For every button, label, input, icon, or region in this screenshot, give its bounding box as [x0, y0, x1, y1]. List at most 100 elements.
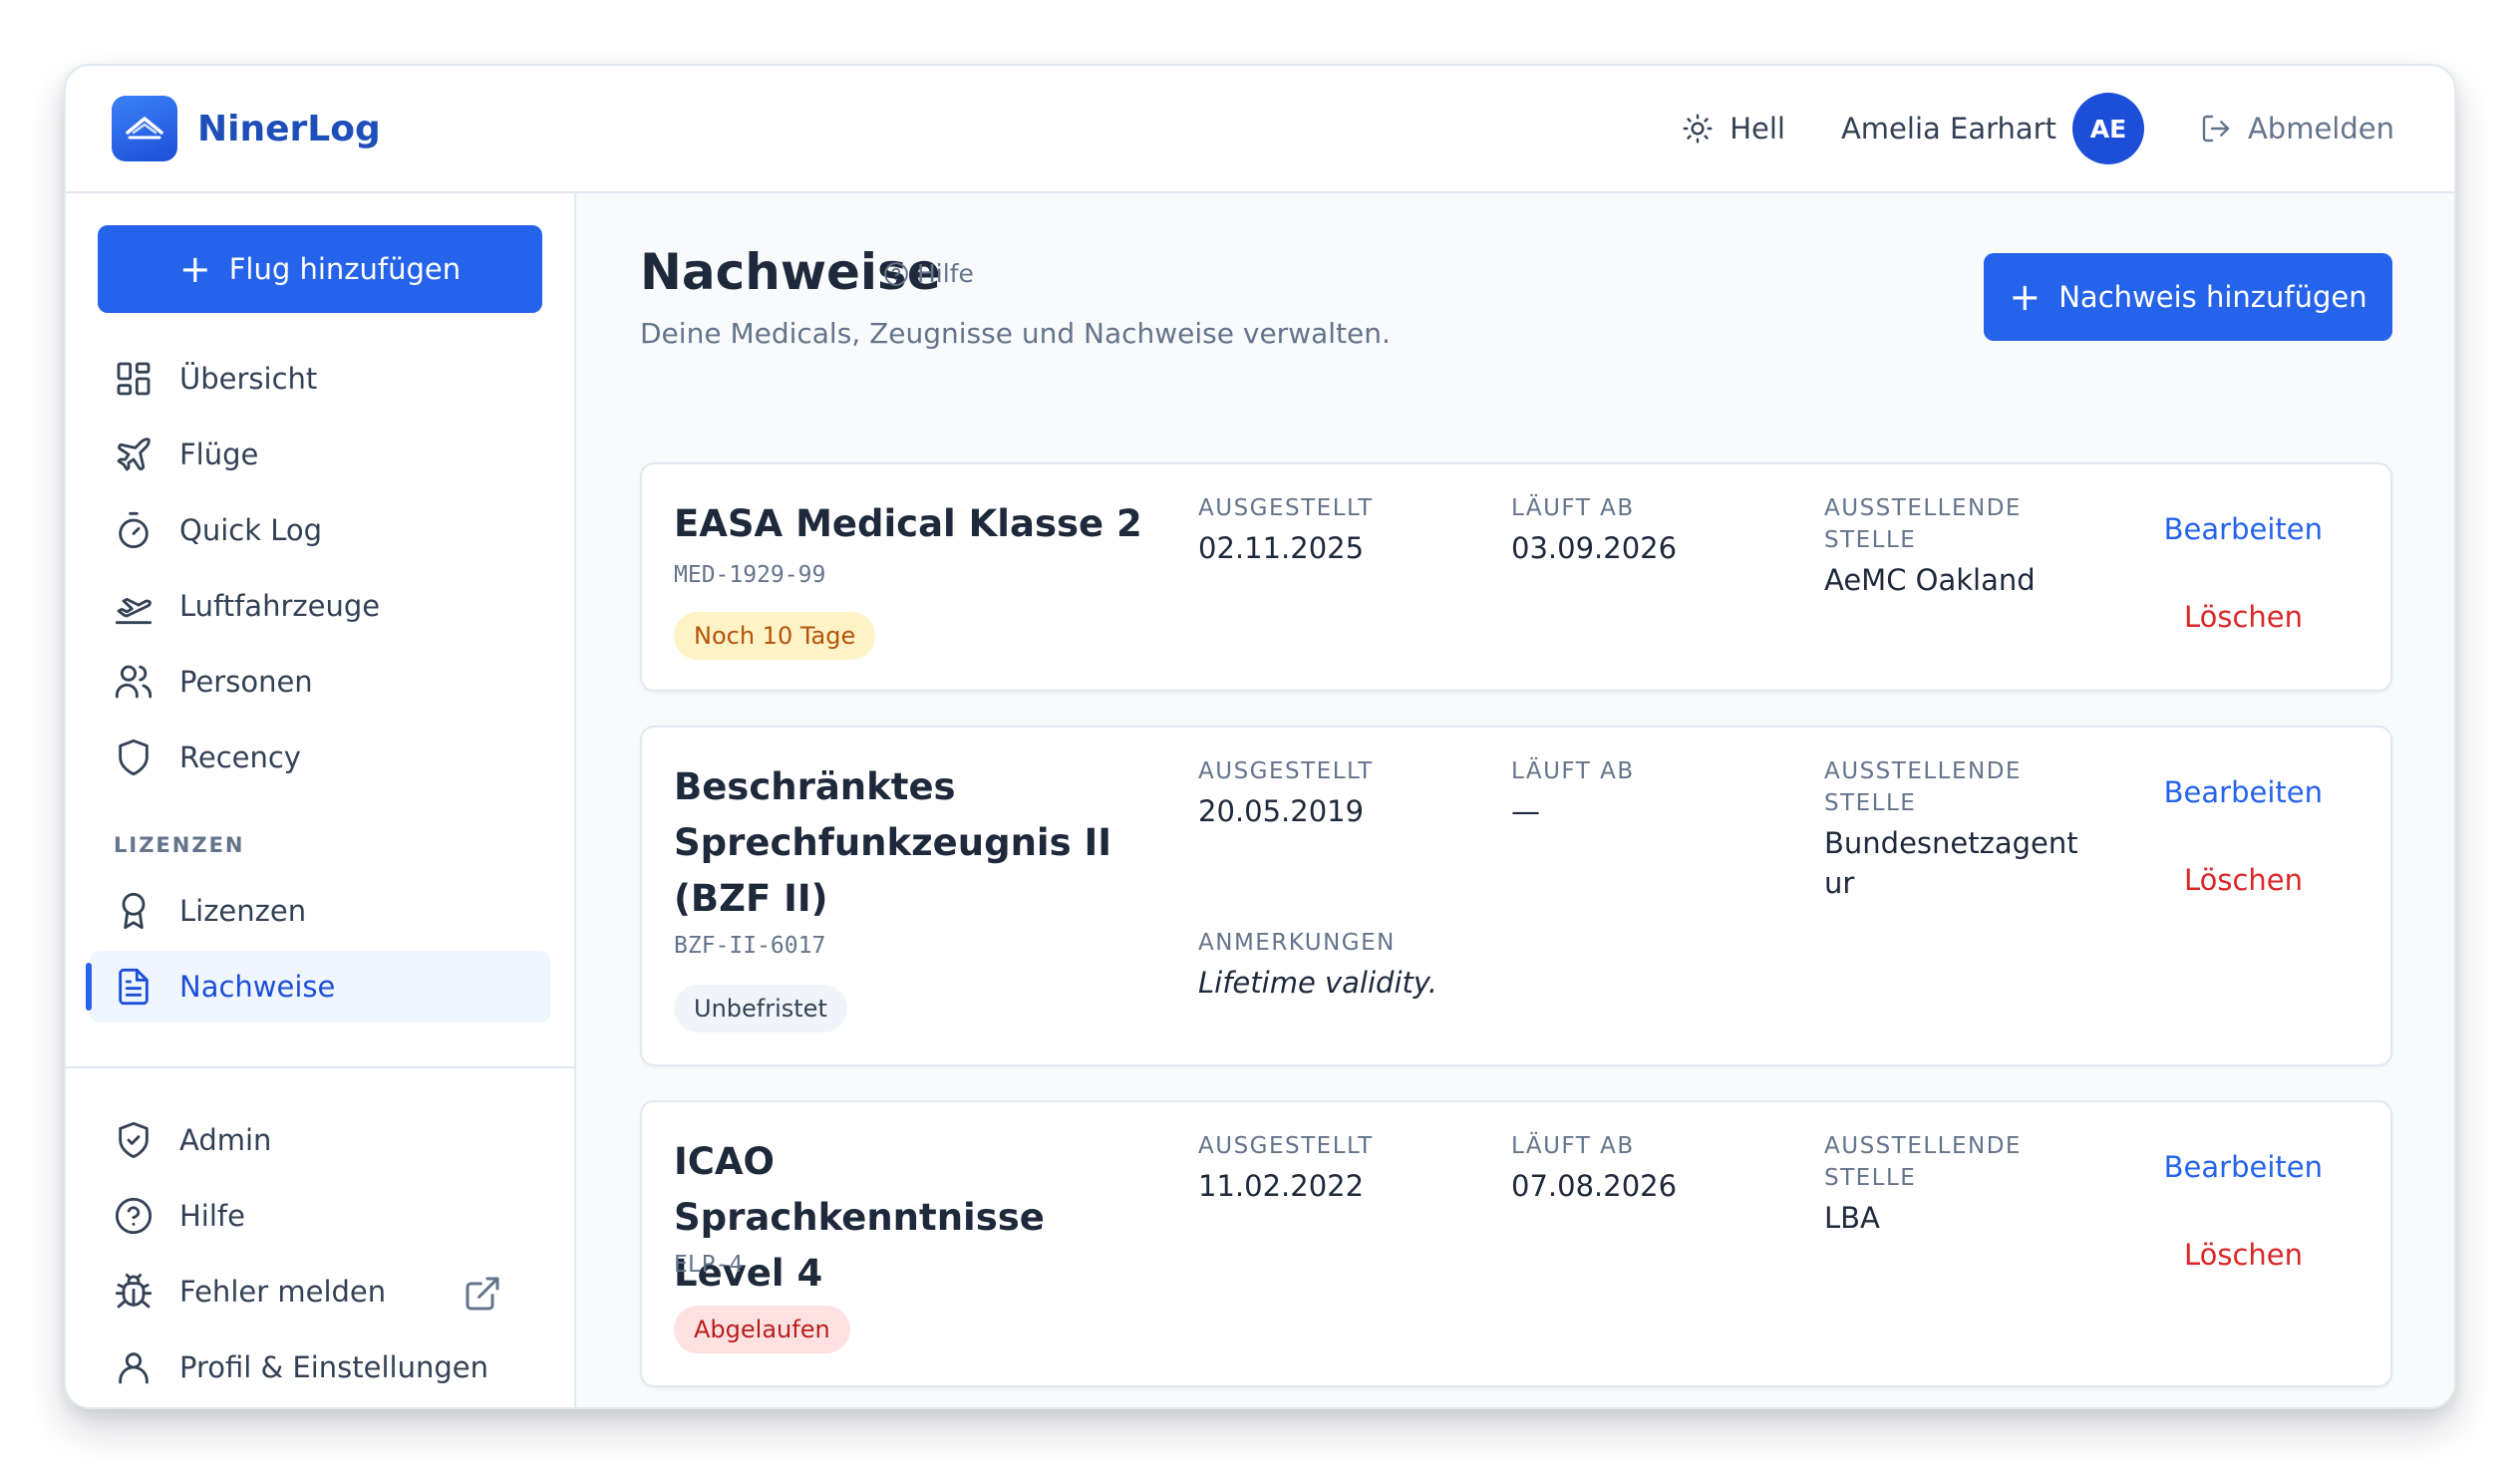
app-logo[interactable]: NinerLog	[112, 96, 381, 161]
add-certificate-button[interactable]: + Nachweis hinzufügen	[1984, 253, 2392, 341]
plus-icon: +	[2009, 275, 2042, 319]
authority-value: Bundesnetzagentur	[1824, 826, 2078, 900]
app-window: NinerLog Hell Amelia Earhart AE Abmelden	[64, 64, 2456, 1409]
sidebar-item-profile[interactable]: Profil & Einstellungen	[90, 1331, 550, 1403]
delete-button[interactable]: Löschen	[2184, 1238, 2303, 1272]
add-flight-button[interactable]: + Flug hinzufügen	[98, 225, 542, 313]
authority-label: AUSSTELLENDE STELLE	[1824, 755, 2022, 819]
sidebar-item-label: Nachweise	[179, 970, 336, 1004]
delete-button[interactable]: Löschen	[2184, 863, 2303, 897]
delete-button[interactable]: Löschen	[2184, 600, 2303, 634]
certificate-code: MED-1929-99	[674, 562, 826, 588]
users-icon	[115, 665, 153, 699]
status-badge: Abgelaufen	[674, 1306, 850, 1353]
certificate-title: Beschränktes Sprechfunkzeugnis II (BZF I…	[674, 765, 1112, 920]
sidebar-item-label: Admin	[179, 1123, 272, 1157]
sidebar-item-quick-log[interactable]: Quick Log	[90, 494, 550, 566]
sidebar-divider	[66, 1066, 574, 1068]
sidebar-item-report-bug[interactable]: Fehler melden	[90, 1256, 550, 1327]
sidebar-item-label: Luftfahrzeuge	[179, 589, 381, 623]
award-icon	[122, 892, 146, 930]
logout-button[interactable]: Abmelden	[2200, 112, 2394, 146]
sidebar-item-flights[interactable]: Flüge	[90, 419, 550, 490]
logout-label: Abmelden	[2247, 112, 2394, 146]
certificate-code: BZF-II-6017	[674, 933, 826, 959]
certificate-card: Beschränktes Sprechfunkzeugnis II (BZF I…	[640, 726, 2392, 1066]
authority-label-line: STELLE	[1824, 1165, 1917, 1191]
sidebar-item-label: Flüge	[179, 438, 259, 471]
sidebar-item-label: Lizenzen	[179, 894, 307, 928]
add-certificate-label: Nachweis hinzufügen	[2058, 280, 2367, 314]
theme-label: Hell	[1730, 112, 1785, 146]
external-link-icon	[466, 1277, 499, 1311]
certificate-code: ELP-4	[674, 1252, 744, 1278]
sidebar-item-label: Profil & Einstellungen	[179, 1350, 488, 1384]
certificate-card: ICAO Sprachkenntnisse Level 4 ELP-4 Abge…	[640, 1100, 2392, 1387]
edit-button[interactable]: Bearbeiten	[2164, 1150, 2323, 1184]
expires-value: 07.08.2026	[1511, 1169, 1678, 1203]
certificate-title: EASA Medical Klasse 2	[674, 502, 1142, 545]
logo-icon	[112, 96, 177, 161]
shield-icon	[119, 738, 149, 776]
help-link[interactable]: Hilfe	[883, 259, 974, 288]
sidebar-item-label: Übersicht	[179, 362, 318, 396]
header-actions: Hell Amelia Earhart AE Abmelden	[1682, 66, 2394, 191]
certificate-title: ICAO Sprachkenntnisse Level 4	[674, 1140, 1045, 1295]
remarks-value: Lifetime validity.	[1198, 966, 1438, 1000]
authority-value: AeMC Oakland	[1824, 563, 2036, 597]
timer-icon	[119, 511, 149, 549]
authority-label-line: AUSSTELLENDE	[1824, 1133, 2022, 1159]
expires-label: LÄUFT AB	[1511, 1133, 1635, 1159]
plus-icon: +	[178, 247, 211, 291]
sidebar-item-certificates[interactable]: Nachweise	[86, 951, 550, 1023]
expires-label: LÄUFT AB	[1511, 758, 1635, 784]
sidebar-item-admin[interactable]: Admin	[90, 1104, 550, 1176]
plane-icon	[117, 438, 151, 471]
help-label: Hilfe	[917, 259, 974, 288]
logout-icon	[2202, 115, 2230, 143]
sidebar-item-recency[interactable]: Recency	[90, 722, 550, 793]
expires-value: —	[1511, 794, 1540, 828]
sun-icon	[1683, 114, 1713, 144]
document-icon	[119, 968, 149, 1006]
user-name: Amelia Earhart	[1840, 112, 2056, 146]
authority-label: AUSSTELLENDE STELLE	[1824, 492, 2022, 556]
avatar[interactable]: AE	[2071, 93, 2144, 164]
authority-value: LBA	[1824, 1201, 1880, 1235]
certificate-card: EASA Medical Klasse 2 MED-1929-99 Noch 1…	[640, 462, 2392, 692]
authority-label-line: AUSSTELLENDE	[1824, 758, 2022, 784]
sidebar-item-persons[interactable]: Personen	[90, 646, 550, 718]
app-name: NinerLog	[197, 108, 381, 149]
edit-button[interactable]: Bearbeiten	[2164, 512, 2323, 546]
issued-label: AUSGESTELLT	[1198, 1133, 1374, 1159]
page-subtitle: Deine Medicals, Zeugnisse und Nachweise …	[640, 317, 1391, 350]
sidebar-item-label: Quick Log	[179, 513, 323, 547]
issued-label: AUSGESTELLT	[1198, 758, 1374, 784]
sidebar: + Flug hinzufügen Übersicht Flüge Quick …	[66, 193, 576, 1407]
theme-toggle-button[interactable]: Hell	[1682, 112, 1785, 146]
edit-button[interactable]: Bearbeiten	[2164, 775, 2323, 809]
sidebar-item-licenses[interactable]: Lizenzen	[90, 875, 550, 947]
sidebar-item-label: Hilfe	[179, 1199, 245, 1233]
add-flight-label: Flug hinzufügen	[228, 252, 462, 286]
sidebar-item-help[interactable]: Hilfe	[90, 1180, 550, 1252]
top-bar: NinerLog Hell Amelia Earhart AE Abmelden	[66, 66, 2454, 193]
expires-value: 03.09.2026	[1511, 531, 1678, 565]
issued-value: 02.11.2025	[1198, 531, 1365, 565]
issued-label: AUSGESTELLT	[1198, 495, 1374, 521]
status-badge: Noch 10 Tage	[674, 612, 876, 660]
sidebar-item-aircraft[interactable]: Luftfahrzeuge	[90, 570, 550, 642]
bug-icon	[115, 1273, 153, 1309]
issued-value: 20.05.2019	[1198, 794, 1365, 828]
remarks-label: ANMERKUNGEN	[1198, 930, 1396, 956]
sidebar-item-label: Personen	[179, 665, 313, 699]
section-label-licenses: LIZENZEN	[114, 833, 245, 857]
authority-label: AUSSTELLENDE STELLE	[1824, 1130, 2022, 1194]
help-circle-icon	[115, 1197, 153, 1235]
authority-label-line: AUSSTELLENDE	[1824, 495, 2022, 521]
authority-label-line: STELLE	[1824, 527, 1917, 553]
plane-takeoff-icon	[115, 597, 153, 625]
main-content: Nachweise Hilfe Deine Medicals, Zeugniss…	[576, 193, 2454, 1407]
sidebar-item-overview[interactable]: Übersicht	[90, 343, 550, 415]
sidebar-item-label: Fehler melden	[179, 1275, 387, 1309]
